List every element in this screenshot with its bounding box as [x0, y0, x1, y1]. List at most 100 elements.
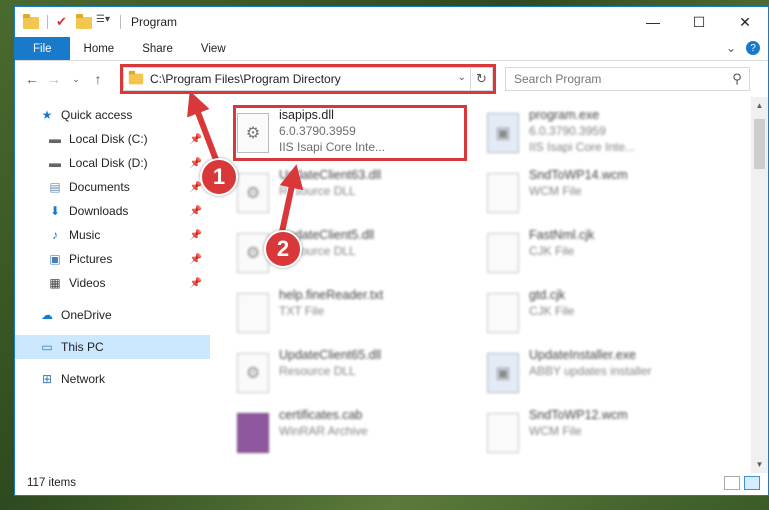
help-icon[interactable]: ? [746, 41, 760, 55]
dll-gear-icon: ⚙ [237, 353, 269, 393]
quick-access-toolbar: ✔ ☰▾ [15, 14, 125, 30]
new-folder-icon[interactable] [76, 14, 92, 30]
back-arrow-icon[interactable]: ← [21, 71, 43, 87]
file-type: Resource DLL [279, 184, 356, 198]
archive-icon [237, 413, 269, 453]
file-name: SndToWP14.wcm [529, 168, 628, 182]
properties-icon[interactable]: ✔ [56, 14, 72, 30]
pin-icon[interactable]: 📌 [190, 254, 202, 265]
pin-icon[interactable]: 📌 [190, 206, 202, 217]
scroll-up-icon[interactable]: ▲ [751, 97, 768, 114]
pin-icon[interactable]: 📌 [190, 158, 202, 169]
tab-view[interactable]: View [187, 37, 240, 60]
sidebar-item-label: Downloads [69, 204, 129, 218]
sidebar-item-pictures[interactable]: ▣ Pictures 📌 [15, 247, 210, 271]
installer-icon: ▣ [487, 353, 519, 393]
close-button[interactable]: ✕ [722, 7, 768, 37]
sidebar-item-videos[interactable]: ▦ Videos 📌 [15, 271, 210, 295]
file-tile[interactable]: ⚙ UpdateClient65.dll Resource DLL [233, 347, 473, 403]
scroll-thumb[interactable] [754, 119, 765, 169]
file-tile[interactable]: FastNml.cjk CJK File [483, 227, 723, 283]
file-tile[interactable]: SndToWP14.wcm WCM File [483, 167, 723, 223]
view-switcher [724, 476, 760, 490]
address-row: ← → ⌄ ↑ C:\Program Files\Program Directo… [15, 61, 768, 97]
ribbon-tabs: File Home Share View ⌄ ? [15, 37, 768, 61]
exe-icon: ▣ [487, 113, 519, 153]
tab-share[interactable]: Share [128, 37, 187, 60]
item-count: 117 items [27, 477, 77, 489]
customize-toolbar-icon[interactable]: ☰▾ [96, 14, 112, 30]
file-tile[interactable]: certificates.cab WinRAR Archive [233, 407, 473, 463]
file-tile[interactable]: gtd.cjk CJK File [483, 287, 723, 343]
file-type: TXT File [279, 304, 325, 318]
search-input[interactable]: Search Program ⚲ [505, 67, 750, 91]
sidebar-item-label: Quick access [61, 108, 133, 122]
search-icon[interactable]: ⚲ [725, 71, 749, 87]
window-controls: — ☐ ✕ [630, 7, 768, 37]
explorer-window: ✔ ☰▾ Program — ☐ ✕ File Home Share View … [14, 6, 769, 496]
file-name: SndToWP12.wcm [529, 408, 628, 422]
pin-icon[interactable]: 📌 [190, 278, 202, 289]
sidebar-item-documents[interactable]: ▤ Documents 📌 [15, 175, 210, 199]
file-name: UpdateInstaller.exe [529, 348, 637, 362]
file-tile[interactable]: ▣ UpdateInstaller.exe ABBY updates insta… [483, 347, 723, 403]
file-description: IIS Isapi Core Inte... [529, 140, 636, 154]
file-type: CJK File [529, 304, 575, 318]
pin-icon[interactable]: 📌 [190, 134, 202, 145]
file-tile[interactable]: SndToWP12.wcm WCM File [483, 407, 723, 463]
explorer-body: ★ Quick access ▬ Local Disk (C:) 📌 ▬ Loc… [15, 97, 768, 473]
sidebar-item-label: Documents [69, 180, 130, 194]
up-arrow-icon[interactable]: ↑ [87, 71, 109, 87]
recent-locations-icon[interactable]: ⌄ [65, 74, 87, 85]
document-icon [487, 173, 519, 213]
file-tile[interactable]: ⚙ UpdateClient63.dll Resource DLL [233, 167, 473, 223]
drive-icon: ▬ [49, 156, 61, 170]
address-highlight-box [120, 64, 496, 94]
title-bar: ✔ ☰▾ Program — ☐ ✕ [15, 7, 768, 37]
forward-arrow-icon[interactable]: → [43, 71, 65, 87]
tab-file[interactable]: File [15, 37, 70, 60]
document-icon [487, 413, 519, 453]
sidebar-item-onedrive[interactable]: ☁ OneDrive [15, 303, 210, 327]
details-view-icon[interactable] [724, 476, 740, 490]
sidebar-item-quick-access[interactable]: ★ Quick access [15, 103, 210, 127]
documents-icon: ▤ [49, 180, 61, 194]
download-arrow-icon: ⬇ [49, 204, 61, 218]
callout-badge-2: 2 [264, 230, 302, 268]
maximize-button[interactable]: ☐ [676, 7, 722, 37]
pin-icon[interactable]: 📌 [190, 230, 202, 241]
sidebar-item-music[interactable]: ♪ Music 📌 [15, 223, 210, 247]
sidebar-item-local-disk-c[interactable]: ▬ Local Disk (C:) 📌 [15, 127, 210, 151]
sidebar-item-local-disk-d[interactable]: ▬ Local Disk (D:) 📌 [15, 151, 210, 175]
file-version: 6.0.3790.3959 [529, 124, 606, 138]
file-tile[interactable]: ▣ program.exe 6.0.3790.3959 IIS Isapi Co… [483, 107, 723, 163]
music-note-icon: ♪ [52, 228, 58, 242]
file-name: help.fineReader.txt [279, 288, 384, 302]
dll-gear-icon: ⚙ [237, 173, 269, 213]
sidebar-item-label: Pictures [69, 252, 113, 266]
sidebar-item-label: Local Disk (C:) [69, 132, 148, 146]
file-name: program.exe [529, 108, 600, 122]
file-type: CJK File [529, 244, 575, 258]
sidebar-item-label: Local Disk (D:) [69, 156, 148, 170]
file-type: ABBY updates installer [529, 364, 652, 378]
sidebar-item-downloads[interactable]: ⬇ Downloads 📌 [15, 199, 210, 223]
status-bar: 117 items [15, 471, 768, 495]
ribbon-right: ⌄ ? [726, 41, 760, 55]
file-tile[interactable]: help.fineReader.txt TXT File [233, 287, 473, 343]
file-name: certificates.cab [279, 408, 363, 422]
minimize-button[interactable]: — [630, 7, 676, 37]
sidebar-item-network[interactable]: ⊞ Network [15, 367, 210, 391]
vertical-scrollbar[interactable]: ▲ ▼ [751, 97, 768, 473]
expand-ribbon-icon[interactable]: ⌄ [726, 41, 736, 55]
document-icon [487, 293, 519, 333]
file-name: FastNml.cjk [529, 228, 595, 242]
tab-home[interactable]: Home [70, 37, 129, 60]
sidebar-item-label: This PC [61, 340, 104, 354]
monitor-icon: ▭ [41, 340, 53, 354]
tiles-view-icon[interactable] [744, 476, 760, 490]
sidebar-item-this-pc[interactable]: ▭ This PC [15, 335, 210, 359]
